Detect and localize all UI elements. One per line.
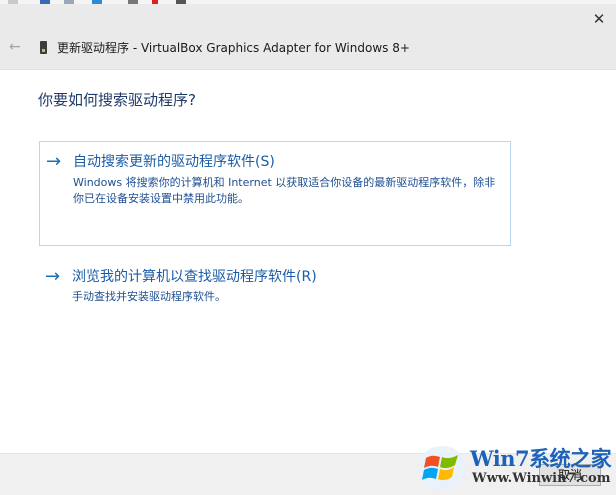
option-browse-computer[interactable]: → 浏览我的计算机以查找驱动程序软件(R) 手动查找并安装驱动程序软件。 bbox=[39, 262, 511, 312]
option-description: 手动查找并安装驱动程序软件。 bbox=[72, 290, 226, 303]
device-icon bbox=[40, 41, 47, 54]
arrow-right-icon: → bbox=[46, 151, 62, 172]
window-title: 更新驱动程序 - VirtualBox Graphics Adapter for… bbox=[57, 41, 410, 55]
option-title: 浏览我的计算机以查找驱动程序软件(R) bbox=[72, 269, 317, 285]
watermark: Win7系统之家 Www.Winwin7.com bbox=[416, 440, 616, 494]
page-heading: 你要如何搜索驱动程序? bbox=[38, 91, 196, 109]
option-auto-search[interactable]: → 自动搜索更新的驱动程序软件(S) Windows 将搜索你的计算机和 Int… bbox=[39, 141, 511, 246]
close-icon[interactable]: ✕ bbox=[588, 8, 610, 30]
title-bar: ✕ ← 更新驱动程序 - VirtualBox Graphics Adapter… bbox=[0, 4, 616, 70]
windows-logo-icon bbox=[418, 446, 466, 490]
back-arrow-icon[interactable]: ← bbox=[9, 39, 23, 55]
option-title: 自动搜索更新的驱动程序软件(S) bbox=[73, 154, 275, 170]
option-description: Windows 将搜索你的计算机和 Internet 以获取适合你设备的最新驱动… bbox=[73, 176, 496, 205]
watermark-brand: Win7系统之家 bbox=[470, 446, 612, 471]
arrow-right-icon: → bbox=[45, 266, 61, 287]
watermark-url: Www.Winwin7.com bbox=[472, 471, 611, 486]
